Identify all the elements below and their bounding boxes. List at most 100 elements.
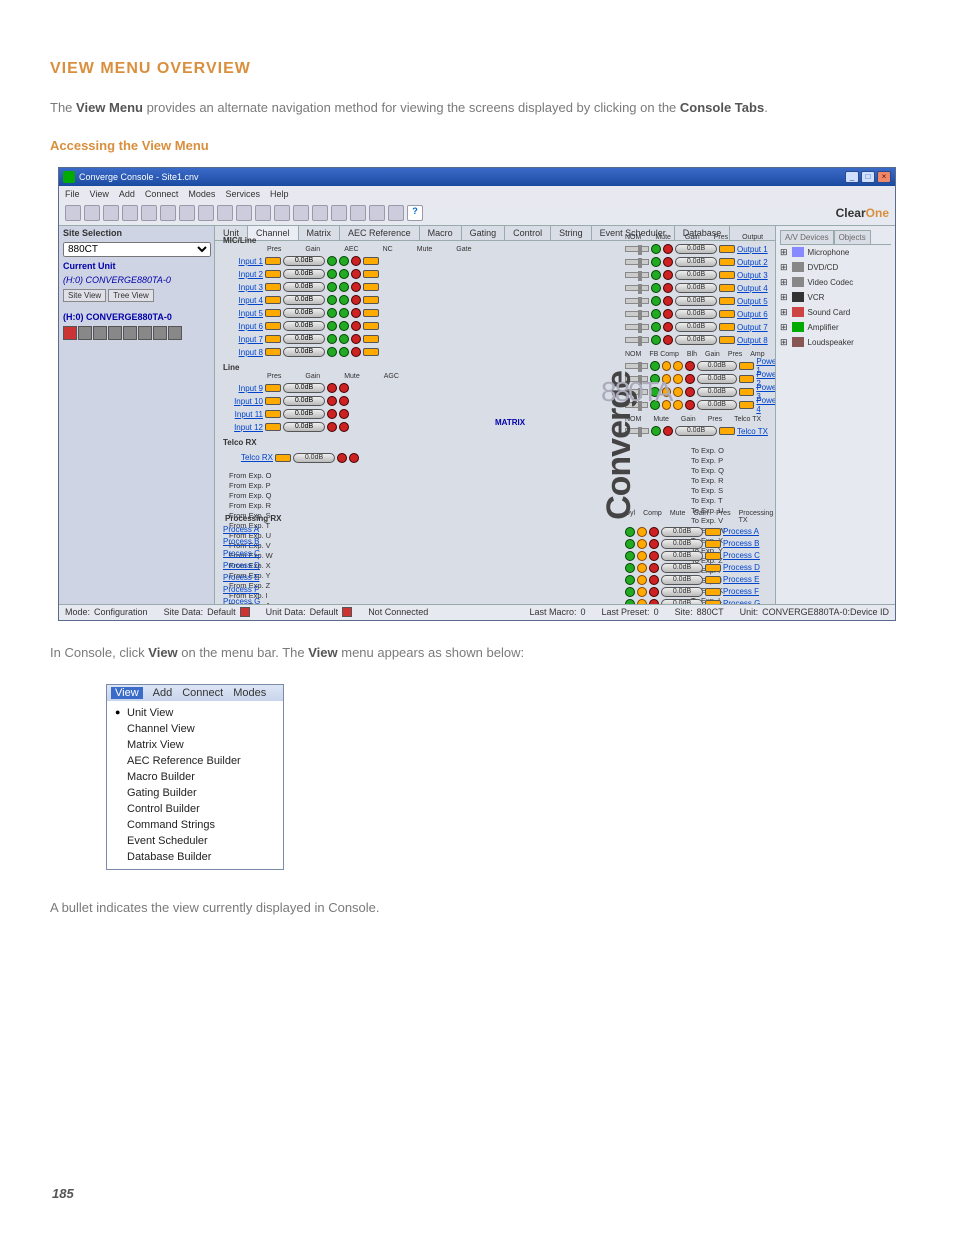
- right-tab-av[interactable]: A/V Devices: [780, 230, 834, 244]
- toolbar-icon[interactable]: [217, 205, 233, 221]
- blh-dot[interactable]: [673, 361, 683, 371]
- gain-pill[interactable]: 0.0dB: [661, 551, 703, 561]
- output-label[interactable]: Output 5: [737, 297, 768, 306]
- mute-dot[interactable]: [327, 409, 337, 419]
- blh-dot[interactable]: [673, 400, 683, 410]
- process-tx-label[interactable]: Process A: [723, 527, 759, 536]
- process-label[interactable]: Process B: [223, 537, 277, 546]
- fb-dot[interactable]: [662, 387, 672, 397]
- unit-icon[interactable]: [123, 326, 137, 340]
- gain-pill[interactable]: 0.0dB: [283, 409, 325, 419]
- gain-pill[interactable]: 0.0dB: [697, 400, 737, 410]
- mute-dot[interactable]: [685, 361, 695, 371]
- process-tx-label[interactable]: Process D: [723, 563, 760, 572]
- gain-pill[interactable]: 0.0dB: [675, 309, 717, 319]
- maximize-button[interactable]: □: [861, 171, 875, 183]
- output-label[interactable]: Output 1: [737, 245, 768, 254]
- slider[interactable]: [625, 311, 649, 317]
- menu-add[interactable]: Add: [119, 189, 135, 199]
- gain-pill[interactable]: 0.0dB: [661, 575, 703, 585]
- av-device-item[interactable]: ⊞Loudspeaker: [780, 335, 891, 350]
- unit-icon[interactable]: [108, 326, 122, 340]
- poweramp-label[interactable]: PowerAmp 4: [756, 396, 775, 414]
- gain-pill[interactable]: 0.0dB: [283, 321, 325, 331]
- unit-link[interactable]: (H:0) CONVERGE880TA-0: [59, 310, 214, 324]
- gain-pill[interactable]: 0.0dB: [697, 374, 737, 384]
- dyl-dot[interactable]: [625, 587, 635, 597]
- gain-pill[interactable]: 0.0dB: [661, 539, 703, 549]
- aec-dot[interactable]: [327, 256, 337, 266]
- mute-dot[interactable]: [649, 563, 659, 573]
- pres-toggle[interactable]: [719, 245, 735, 253]
- gain-pill[interactable]: 0.0dB: [675, 244, 717, 254]
- gate-toggle[interactable]: [363, 283, 379, 291]
- gain-pill[interactable]: 0.0dB: [283, 269, 325, 279]
- pres-toggle[interactable]: [719, 271, 735, 279]
- mute-dot[interactable]: [663, 283, 673, 293]
- pres-toggle[interactable]: [265, 283, 281, 291]
- input-label[interactable]: Input 3: [221, 283, 263, 292]
- pres-toggle[interactable]: [719, 258, 735, 266]
- gain-pill[interactable]: 0.0dB: [675, 257, 717, 267]
- toolbar-icon[interactable]: [274, 205, 290, 221]
- toolbar-icon[interactable]: [331, 205, 347, 221]
- pres-toggle[interactable]: [719, 427, 735, 435]
- view-menu-item-aec[interactable]: AEC Reference Builder: [115, 753, 275, 769]
- mute-dot[interactable]: [649, 587, 659, 597]
- toolbar-icon[interactable]: [255, 205, 271, 221]
- nom-dot[interactable]: [650, 361, 660, 371]
- view-menu-head-view[interactable]: View: [111, 687, 143, 699]
- mute-dot[interactable]: [649, 539, 659, 549]
- av-device-item[interactable]: ⊞Amplifier: [780, 320, 891, 335]
- mute-dot[interactable]: [649, 599, 659, 604]
- nc-dot[interactable]: [339, 256, 349, 266]
- fb-dot[interactable]: [662, 374, 672, 384]
- mute-dot[interactable]: [663, 426, 673, 436]
- toolbar-icon[interactable]: [369, 205, 385, 221]
- pres-toggle[interactable]: [705, 552, 721, 560]
- mute-dot[interactable]: [327, 396, 337, 406]
- fb-dot[interactable]: [662, 361, 672, 371]
- pres-toggle[interactable]: [265, 296, 281, 304]
- aec-dot[interactable]: [327, 334, 337, 344]
- view-menu-item-matrix[interactable]: Matrix View: [115, 737, 275, 753]
- av-device-item[interactable]: ⊞Microphone: [780, 245, 891, 260]
- nom-dot[interactable]: [651, 426, 661, 436]
- mute-dot[interactable]: [351, 321, 361, 331]
- mute-dot[interactable]: [351, 334, 361, 344]
- view-menu-item-macro[interactable]: Macro Builder: [115, 769, 275, 785]
- comp-dot[interactable]: [637, 551, 647, 561]
- toolbar-icon[interactable]: [65, 205, 81, 221]
- aec-dot[interactable]: [327, 321, 337, 331]
- process-tx-label[interactable]: Process G: [723, 599, 760, 604]
- gain-pill[interactable]: 0.0dB: [283, 422, 325, 432]
- mute-dot[interactable]: [663, 257, 673, 267]
- comp-dot[interactable]: [637, 575, 647, 585]
- mute-dot[interactable]: [351, 347, 361, 357]
- agc-dot[interactable]: [339, 409, 349, 419]
- pres-toggle[interactable]: [719, 297, 735, 305]
- pres-toggle[interactable]: [265, 348, 281, 356]
- pres-toggle[interactable]: [739, 375, 754, 383]
- view-menu-item-gating[interactable]: Gating Builder: [115, 785, 275, 801]
- input-label[interactable]: Input 5: [221, 309, 263, 318]
- input-label[interactable]: Input 12: [221, 423, 263, 432]
- toolbar-icon[interactable]: [312, 205, 328, 221]
- nom-dot[interactable]: [651, 283, 661, 293]
- gain-pill[interactable]: 0.0dB: [283, 383, 325, 393]
- gain-pill[interactable]: 0.0dB: [283, 295, 325, 305]
- input-label[interactable]: Input 11: [221, 410, 263, 419]
- slider[interactable]: [625, 324, 649, 330]
- aec-dot[interactable]: [327, 347, 337, 357]
- view-menu-item-channel[interactable]: Channel View: [115, 721, 275, 737]
- mute-dot[interactable]: [685, 374, 695, 384]
- output-label[interactable]: Output 7: [737, 323, 768, 332]
- gate-toggle[interactable]: [363, 348, 379, 356]
- pres-toggle[interactable]: [265, 335, 281, 343]
- pres-toggle[interactable]: [265, 423, 281, 431]
- site-dropdown[interactable]: 880CT: [63, 242, 211, 257]
- toolbar-icon[interactable]: [84, 205, 100, 221]
- gate-toggle[interactable]: [363, 335, 379, 343]
- output-label[interactable]: Output 2: [737, 258, 768, 267]
- right-tab-objects[interactable]: Objects: [834, 230, 871, 244]
